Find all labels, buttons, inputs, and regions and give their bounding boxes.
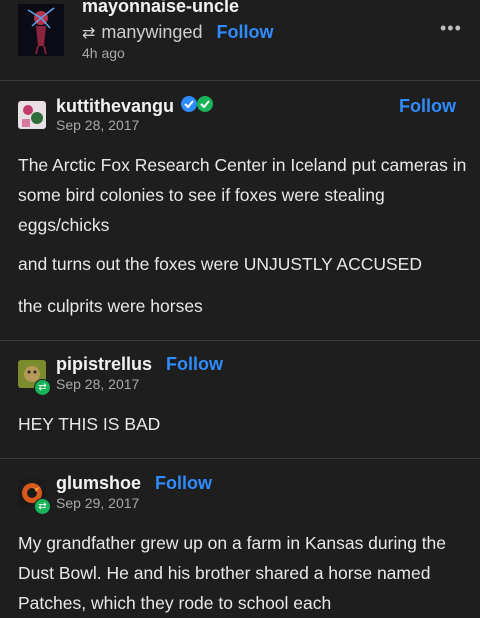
reblog-badge-icon: ⇄ (34, 379, 51, 396)
follow-button[interactable]: Follow (155, 473, 212, 494)
post-paragraph: and turns out the foxes were UNJUSTLY AC… (18, 254, 422, 274)
follow-button[interactable]: Follow (166, 354, 223, 375)
avatar[interactable] (18, 101, 46, 129)
post-username-text[interactable]: glumshoe (56, 473, 141, 494)
reblog-row: ⇄ manywinged Follow (82, 22, 273, 43)
post-date: Sep 28, 2017 (56, 376, 140, 392)
post-date: Sep 29, 2017 (56, 495, 140, 511)
username[interactable]: mayonnaise-uncle (82, 0, 239, 17)
post-username: pipistrellus Follow (56, 354, 223, 375)
post-username: glumshoe Follow (56, 473, 212, 494)
post-username: kuttithevangu (56, 95, 214, 118)
post-header-kuttithevangu: kuttithevangu Follow Sep 28, 2017 (0, 96, 480, 140)
follow-button[interactable]: Follow (216, 22, 273, 43)
more-options-icon[interactable]: ••• (440, 18, 462, 39)
reblog-badge-icon: ⇄ (34, 498, 51, 515)
post-paragraph: HEY THIS IS BAD (18, 414, 161, 434)
reblog-icon: ⇄ (82, 24, 96, 42)
post-header-pipistrellus: ⇄ pipistrellus Follow Sep 28, 2017 (0, 354, 480, 399)
avatar[interactable] (18, 4, 64, 56)
reblogged-from[interactable]: manywinged (101, 22, 202, 43)
divider (0, 458, 480, 459)
post-header-glumshoe: ⇄ glumshoe Follow Sep 29, 2017 (0, 473, 480, 518)
timestamp: 4h ago (82, 45, 125, 61)
post-username-text[interactable]: kuttithevangu (56, 96, 174, 117)
divider (0, 340, 480, 341)
post-paragraph: The Arctic Fox Research Center in Icelan… (18, 155, 467, 235)
post-paragraph: the culprits were horses (18, 296, 203, 316)
post-header: mayonnaise-uncle ⇄ manywinged Follow 4h … (0, 0, 480, 72)
follow-button[interactable]: Follow (399, 96, 456, 117)
divider (0, 80, 480, 81)
post-paragraph: My grandfather grew up on a farm in Kans… (18, 533, 447, 613)
verified-badge-icon (180, 95, 214, 118)
post-date: Sep 28, 2017 (56, 117, 140, 133)
post-username-text[interactable]: pipistrellus (56, 354, 152, 375)
